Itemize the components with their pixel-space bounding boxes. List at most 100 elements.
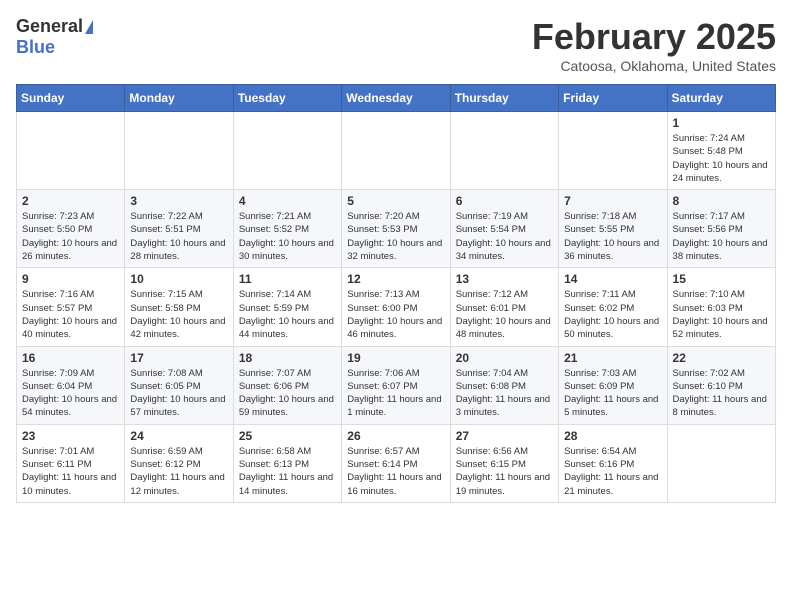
logo: General Blue	[16, 16, 93, 58]
calendar-cell: 11 Sunrise: 7:14 AM Sunset: 5:59 PM Dayli…	[233, 268, 341, 346]
day-info: Sunrise: 6:58 AM Sunset: 6:13 PM Dayligh…	[239, 445, 336, 498]
day-info: Sunrise: 6:54 AM Sunset: 6:16 PM Dayligh…	[564, 445, 661, 498]
day-header-monday: Monday	[125, 85, 233, 112]
location-title: Catoosa, Oklahoma, United States	[532, 58, 776, 74]
day-number: 2	[22, 194, 119, 208]
calendar-cell: 12Sunrise: 7:13 AM Sunset: 6:00 PM Dayli…	[342, 268, 450, 346]
day-number: 11	[239, 272, 336, 286]
day-number: 18	[239, 351, 336, 365]
day-info: Sunrise: 7:09 AM Sunset: 6:04 PM Dayligh…	[22, 367, 119, 420]
day-info: Sunrise: 7:16 AM Sunset: 5:57 PM Dayligh…	[22, 288, 119, 341]
calendar-table: SundayMondayTuesdayWednesdayThursdayFrid…	[16, 84, 776, 503]
day-number: 16	[22, 351, 119, 365]
day-info: Sunrise: 6:56 AM Sunset: 6:15 PM Dayligh…	[456, 445, 553, 498]
day-info: Sunrise: 7:17 AM Sunset: 5:56 PM Dayligh…	[673, 210, 770, 263]
day-info: Sunrise: 7:14 AM Sunset: 5:59 PM Dayligh…	[239, 288, 336, 341]
calendar-cell	[450, 112, 558, 190]
day-number: 23	[22, 429, 119, 443]
day-number: 10	[130, 272, 227, 286]
calendar-cell: 19 Sunrise: 7:06 AM Sunset: 6:07 PM Dayli…	[342, 346, 450, 424]
day-info: Sunrise: 7:02 AM Sunset: 6:10 PM Dayligh…	[673, 367, 770, 420]
day-header-saturday: Saturday	[667, 85, 775, 112]
day-info: Sunrise: 7:03 AM Sunset: 6:09 PM Dayligh…	[564, 367, 661, 420]
day-info: Sunrise: 6:59 AM Sunset: 6:12 PM Dayligh…	[130, 445, 227, 498]
day-number: 5	[347, 194, 444, 208]
calendar-header-row: SundayMondayTuesdayWednesdayThursdayFrid…	[17, 85, 776, 112]
calendar-cell: 20 Sunrise: 7:04 AM Sunset: 6:08 PM Dayli…	[450, 346, 558, 424]
day-info: Sunrise: 7:08 AM Sunset: 6:05 PM Dayligh…	[130, 367, 227, 420]
calendar-cell: 22 Sunrise: 7:02 AM Sunset: 6:10 PM Dayli…	[667, 346, 775, 424]
day-header-thursday: Thursday	[450, 85, 558, 112]
day-info: Sunrise: 7:13 AM Sunset: 6:00 PM Dayligh…	[347, 288, 444, 341]
day-header-tuesday: Tuesday	[233, 85, 341, 112]
calendar-cell: 28 Sunrise: 6:54 AM Sunset: 6:16 PM Dayli…	[559, 424, 667, 502]
day-info: Sunrise: 7:04 AM Sunset: 6:08 PM Dayligh…	[456, 367, 553, 420]
day-number: 9	[22, 272, 119, 286]
calendar-cell: 14 Sunrise: 7:11 AM Sunset: 6:02 PM Dayli…	[559, 268, 667, 346]
day-info: Sunrise: 7:18 AM Sunset: 5:55 PM Dayligh…	[564, 210, 661, 263]
page-header: General Blue February 2025 Catoosa, Okla…	[16, 16, 776, 74]
title-block: February 2025 Catoosa, Oklahoma, United …	[532, 16, 776, 74]
calendar-cell	[342, 112, 450, 190]
calendar-cell: 18 Sunrise: 7:07 AM Sunset: 6:06 PM Dayli…	[233, 346, 341, 424]
calendar-cell: 5Sunrise: 7:20 AM Sunset: 5:53 PM Daylig…	[342, 190, 450, 268]
day-info: Sunrise: 7:24 AM Sunset: 5:48 PM Dayligh…	[673, 132, 770, 185]
day-header-sunday: Sunday	[17, 85, 125, 112]
day-number: 8	[673, 194, 770, 208]
day-number: 22	[673, 351, 770, 365]
logo-blue-text: Blue	[16, 37, 55, 57]
day-number: 24	[130, 429, 227, 443]
calendar-week-5: 23 Sunrise: 7:01 AM Sunset: 6:11 PM Dayli…	[17, 424, 776, 502]
calendar-week-2: 2Sunrise: 7:23 AM Sunset: 5:50 PM Daylig…	[17, 190, 776, 268]
calendar-cell: 13 Sunrise: 7:12 AM Sunset: 6:01 PM Dayli…	[450, 268, 558, 346]
day-number: 20	[456, 351, 553, 365]
day-number: 28	[564, 429, 661, 443]
day-info: Sunrise: 7:11 AM Sunset: 6:02 PM Dayligh…	[564, 288, 661, 341]
day-number: 26	[347, 429, 444, 443]
calendar-cell: 17 Sunrise: 7:08 AM Sunset: 6:05 PM Dayli…	[125, 346, 233, 424]
calendar-cell: 15 Sunrise: 7:10 AM Sunset: 6:03 PM Dayli…	[667, 268, 775, 346]
calendar-cell: 21 Sunrise: 7:03 AM Sunset: 6:09 PM Dayli…	[559, 346, 667, 424]
calendar-cell: 27Sunrise: 6:56 AM Sunset: 6:15 PM Dayli…	[450, 424, 558, 502]
calendar-cell	[233, 112, 341, 190]
day-number: 19	[347, 351, 444, 365]
day-info: Sunrise: 7:15 AM Sunset: 5:58 PM Dayligh…	[130, 288, 227, 341]
day-number: 3	[130, 194, 227, 208]
day-number: 1	[673, 116, 770, 130]
calendar-cell: 9 Sunrise: 7:16 AM Sunset: 5:57 PM Daylig…	[17, 268, 125, 346]
day-info: Sunrise: 7:07 AM Sunset: 6:06 PM Dayligh…	[239, 367, 336, 420]
calendar-cell	[125, 112, 233, 190]
calendar-cell	[17, 112, 125, 190]
day-number: 17	[130, 351, 227, 365]
calendar-cell: 8 Sunrise: 7:17 AM Sunset: 5:56 PM Daylig…	[667, 190, 775, 268]
day-info: Sunrise: 7:21 AM Sunset: 5:52 PM Dayligh…	[239, 210, 336, 263]
month-title: February 2025	[532, 16, 776, 58]
calendar-cell	[667, 424, 775, 502]
day-info: Sunrise: 7:10 AM Sunset: 6:03 PM Dayligh…	[673, 288, 770, 341]
day-number: 14	[564, 272, 661, 286]
calendar-cell: 26Sunrise: 6:57 AM Sunset: 6:14 PM Dayli…	[342, 424, 450, 502]
calendar-cell: 25Sunrise: 6:58 AM Sunset: 6:13 PM Dayli…	[233, 424, 341, 502]
day-number: 21	[564, 351, 661, 365]
calendar-cell	[559, 112, 667, 190]
calendar-week-4: 16 Sunrise: 7:09 AM Sunset: 6:04 PM Dayli…	[17, 346, 776, 424]
calendar-cell: 10 Sunrise: 7:15 AM Sunset: 5:58 PM Dayli…	[125, 268, 233, 346]
calendar-cell: 2Sunrise: 7:23 AM Sunset: 5:50 PM Daylig…	[17, 190, 125, 268]
calendar-week-1: 1 Sunrise: 7:24 AM Sunset: 5:48 PM Daylig…	[17, 112, 776, 190]
calendar-cell: 23 Sunrise: 7:01 AM Sunset: 6:11 PM Dayli…	[17, 424, 125, 502]
day-info: Sunrise: 7:12 AM Sunset: 6:01 PM Dayligh…	[456, 288, 553, 341]
calendar-cell: 16 Sunrise: 7:09 AM Sunset: 6:04 PM Dayli…	[17, 346, 125, 424]
logo-general-text: General	[16, 16, 83, 37]
day-info: Sunrise: 7:19 AM Sunset: 5:54 PM Dayligh…	[456, 210, 553, 263]
calendar-cell: 4 Sunrise: 7:21 AM Sunset: 5:52 PM Daylig…	[233, 190, 341, 268]
day-number: 4	[239, 194, 336, 208]
day-number: 13	[456, 272, 553, 286]
day-number: 6	[456, 194, 553, 208]
calendar-week-3: 9 Sunrise: 7:16 AM Sunset: 5:57 PM Daylig…	[17, 268, 776, 346]
day-header-wednesday: Wednesday	[342, 85, 450, 112]
day-info: Sunrise: 7:06 AM Sunset: 6:07 PM Dayligh…	[347, 367, 444, 420]
day-info: Sunrise: 7:22 AM Sunset: 5:51 PM Dayligh…	[130, 210, 227, 263]
day-number: 15	[673, 272, 770, 286]
day-info: Sunrise: 7:01 AM Sunset: 6:11 PM Dayligh…	[22, 445, 119, 498]
calendar-cell: 3 Sunrise: 7:22 AM Sunset: 5:51 PM Daylig…	[125, 190, 233, 268]
